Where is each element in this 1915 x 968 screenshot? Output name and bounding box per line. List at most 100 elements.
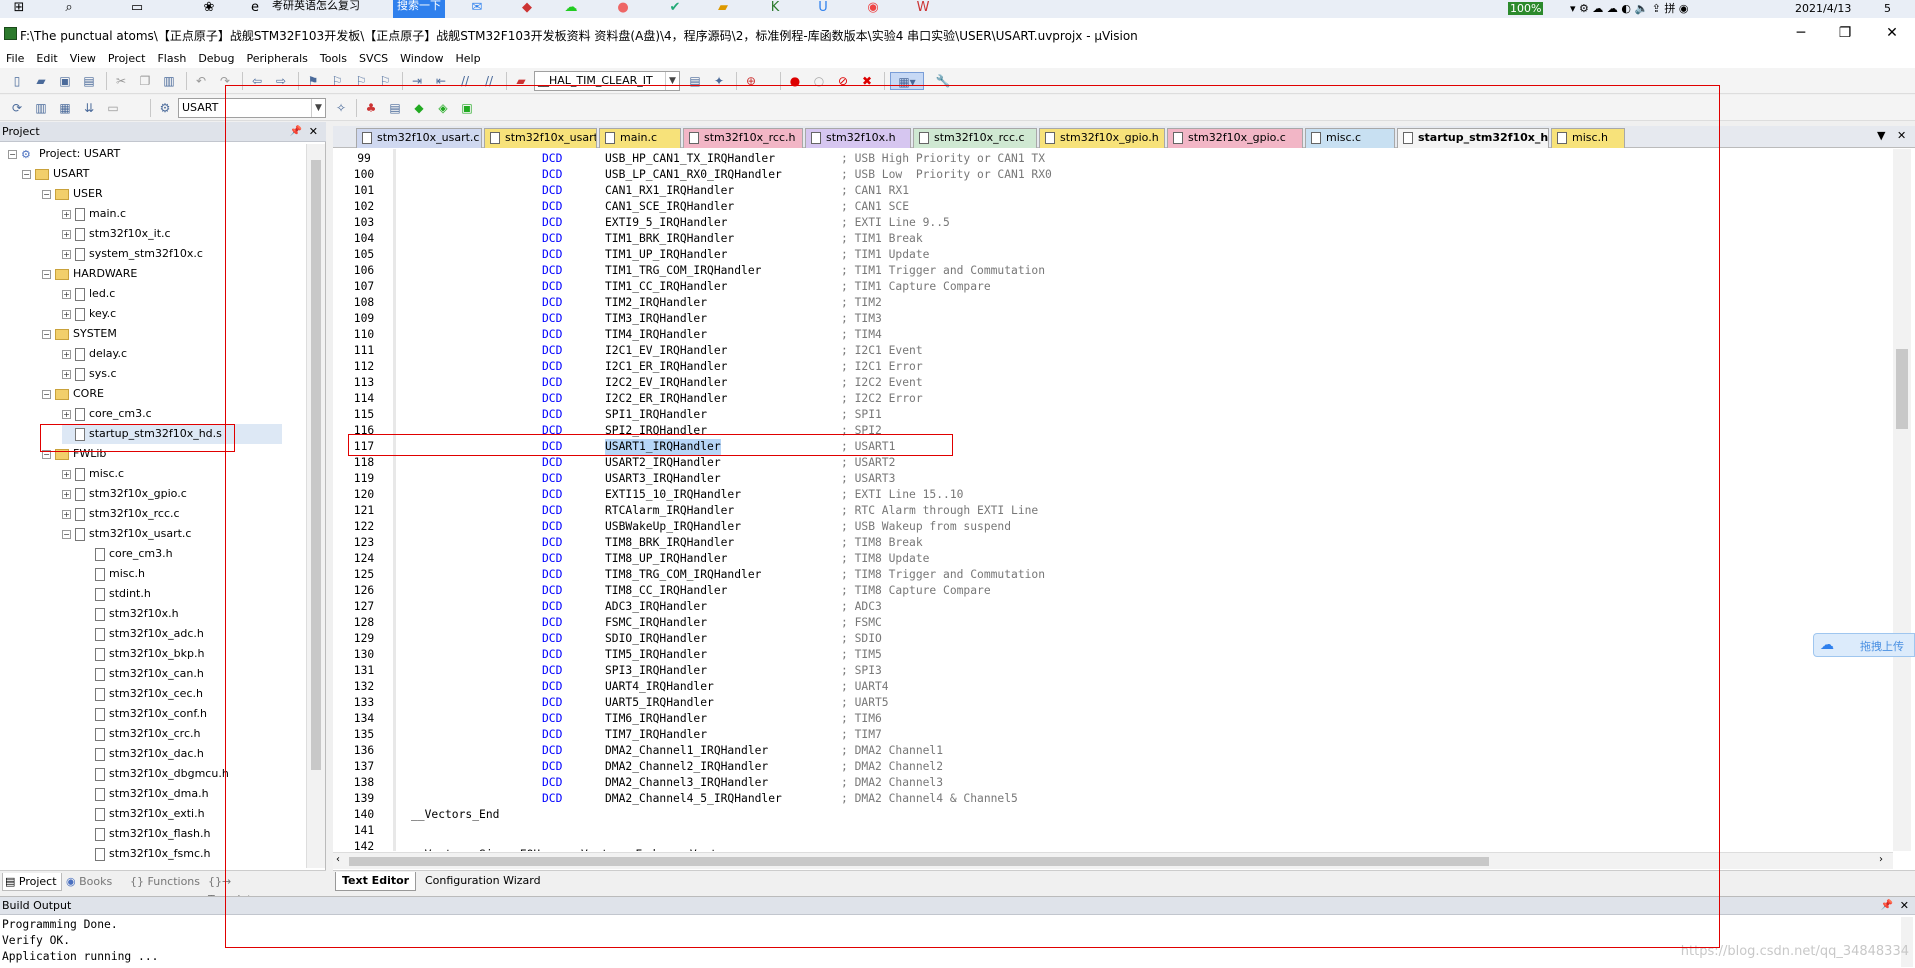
taskbar-search-button[interactable]: 搜索一下 xyxy=(393,0,445,18)
expand-icon[interactable]: + xyxy=(62,509,71,519)
menu-window[interactable]: Window xyxy=(394,50,449,68)
tab-functions[interactable]: {} Functions xyxy=(128,873,204,891)
pin-icon[interactable]: 📌 xyxy=(1881,897,1893,914)
chrome-icon[interactable]: ◉ xyxy=(862,0,884,18)
app-icon-4[interactable]: ✔ xyxy=(664,0,686,18)
windows-start-icon[interactable]: ⊞ xyxy=(8,0,30,18)
rebuild-icon[interactable]: ▦ xyxy=(56,99,74,117)
tree-file[interactable]: stm32f10x_cec.h xyxy=(82,684,203,704)
collapse-icon[interactable]: − xyxy=(62,529,71,539)
tree-file[interactable]: + stm32f10x_gpio.c xyxy=(62,484,187,504)
expand-icon[interactable]: + xyxy=(62,369,71,379)
tab-project[interactable]: ▤ Project xyxy=(2,873,62,891)
tree-project[interactable]: − ⚙ Project: USART xyxy=(8,144,120,164)
close-icon[interactable]: ✕ xyxy=(1900,897,1909,914)
tree-file[interactable]: stm32f10x_fsmc.h xyxy=(82,844,210,864)
collapse-icon[interactable]: − xyxy=(42,189,51,199)
expand-icon[interactable]: + xyxy=(62,249,71,259)
collapse-icon[interactable]: − xyxy=(8,149,17,159)
tree-file[interactable]: + stm32f10x_it.c xyxy=(62,224,171,244)
wps-icon[interactable]: W xyxy=(912,0,934,18)
tree-file[interactable]: stm32f10x_dac.h xyxy=(82,744,204,764)
minimize-button[interactable]: ─ xyxy=(1778,22,1824,46)
app-icon[interactable]: ❀ xyxy=(198,0,220,18)
taskbar-app-label[interactable]: 考研英语怎么复习 xyxy=(268,0,364,18)
tree-folder[interactable]: − SYSTEM xyxy=(42,324,117,344)
expand-icon[interactable]: + xyxy=(62,409,71,419)
close-tab-icon[interactable]: ✕ xyxy=(1897,129,1906,142)
mail-icon[interactable]: ✉ xyxy=(466,0,488,18)
tree-file[interactable]: − stm32f10x_usart.c xyxy=(62,524,191,544)
tree-file[interactable]: stm32f10x_dma.h xyxy=(82,784,209,804)
expand-icon[interactable]: + xyxy=(62,469,71,479)
collapse-icon[interactable]: − xyxy=(42,389,51,399)
tab-list-dropdown-icon[interactable]: ▼ xyxy=(1877,129,1885,142)
notification-badge[interactable]: 5 xyxy=(1884,0,1891,18)
tree-file[interactable]: stm32f10x.h xyxy=(82,604,179,624)
tree-file[interactable]: stm32f10x_flash.h xyxy=(82,824,210,844)
tree-file[interactable]: + key.c xyxy=(62,304,116,324)
tree-folder[interactable]: − CORE xyxy=(42,384,104,404)
menu-svcs[interactable]: SVCS xyxy=(353,50,394,68)
task-view-icon[interactable]: ▭ xyxy=(126,0,148,18)
menu-project[interactable]: Project xyxy=(102,50,152,68)
target-options-icon[interactable]: ⚙ xyxy=(156,99,174,117)
menu-edit[interactable]: Edit xyxy=(30,50,63,68)
expand-icon[interactable]: + xyxy=(62,309,71,319)
new-file-icon[interactable]: ▯ xyxy=(8,72,26,90)
tray-icons[interactable]: ▾ ⚙ ☁ ☁ ◐ 🔈 ⇪ 拼 ◉ xyxy=(1570,0,1688,18)
tree-file[interactable]: stm32f10x_conf.h xyxy=(82,704,207,724)
tree-file[interactable]: + led.c xyxy=(62,284,115,304)
menu-peripherals[interactable]: Peripherals xyxy=(241,50,314,68)
menu-flash[interactable]: Flash xyxy=(151,50,192,68)
open-file-icon[interactable]: ▰ xyxy=(32,72,50,90)
download-icon[interactable]: ⇊ xyxy=(80,99,98,117)
menu-view[interactable]: View xyxy=(64,50,102,68)
menu-debug[interactable]: Debug xyxy=(192,50,240,68)
tree-file[interactable]: stdint.h xyxy=(82,584,151,604)
folder-icon[interactable]: ▰ xyxy=(712,0,734,18)
cut-icon[interactable]: ✂ xyxy=(112,72,130,90)
tree-file[interactable]: + sys.c xyxy=(62,364,117,384)
tree-file[interactable]: stm32f10x_can.h xyxy=(82,664,204,684)
scroll-right-icon[interactable]: › xyxy=(1879,854,1883,865)
tree-file[interactable]: core_cm3.h xyxy=(82,544,173,564)
browser-icon[interactable]: e xyxy=(244,0,266,18)
tree-file[interactable]: + stm32f10x_rcc.c xyxy=(62,504,180,524)
tree-file[interactable]: stm32f10x_exti.h xyxy=(82,804,205,824)
expand-icon[interactable]: + xyxy=(62,489,71,499)
app-icon-5[interactable]: U xyxy=(812,0,834,18)
tree-file[interactable]: + core_cm3.c xyxy=(62,404,152,424)
tree-file[interactable]: stm32f10x_crc.h xyxy=(82,724,200,744)
tree-file[interactable]: stm32f10x_adc.h xyxy=(82,624,204,644)
expand-icon[interactable]: + xyxy=(62,289,71,299)
menu-help[interactable]: Help xyxy=(450,50,487,68)
save-icon[interactable]: ▣ xyxy=(56,72,74,90)
tree-folder[interactable]: − USART xyxy=(22,164,89,184)
tree-file[interactable]: stm32f10x_dbgmcu.h xyxy=(82,764,229,784)
tree-file[interactable]: + main.c xyxy=(62,204,126,224)
maximize-button[interactable]: ❐ xyxy=(1822,22,1868,46)
close-button[interactable]: ✕ xyxy=(1869,22,1915,46)
expand-icon[interactable]: + xyxy=(62,349,71,359)
paste-icon[interactable]: ▥ xyxy=(160,72,178,90)
tree-file[interactable]: + delay.c xyxy=(62,344,127,364)
keil-icon[interactable]: K xyxy=(764,0,786,18)
tree-file[interactable]: stm32f10x_bkp.h xyxy=(82,644,204,664)
menu-tools[interactable]: Tools xyxy=(314,50,353,68)
collapse-icon[interactable]: − xyxy=(42,269,51,279)
tree-file[interactable]: + system_stm32f10x.c xyxy=(62,244,203,264)
expand-icon[interactable]: + xyxy=(62,229,71,239)
search-icon[interactable]: ⌕ xyxy=(58,0,80,18)
collapse-icon[interactable]: − xyxy=(42,329,51,339)
menu-file[interactable]: File xyxy=(0,50,30,68)
build-output-scrollbar[interactable] xyxy=(1901,917,1913,967)
undo-icon[interactable]: ↶ xyxy=(192,72,210,90)
save-all-icon[interactable]: ▤ xyxy=(80,72,98,90)
editor-vertical-scrollbar[interactable] xyxy=(1893,149,1911,851)
tree-folder[interactable]: − USER xyxy=(42,184,103,204)
translate-icon[interactable]: ⟳ xyxy=(8,99,26,117)
build-icon[interactable]: ▥ xyxy=(32,99,50,117)
app-icon-3[interactable]: ● xyxy=(612,0,634,18)
stop-build-icon[interactable]: ▭ xyxy=(104,99,122,117)
